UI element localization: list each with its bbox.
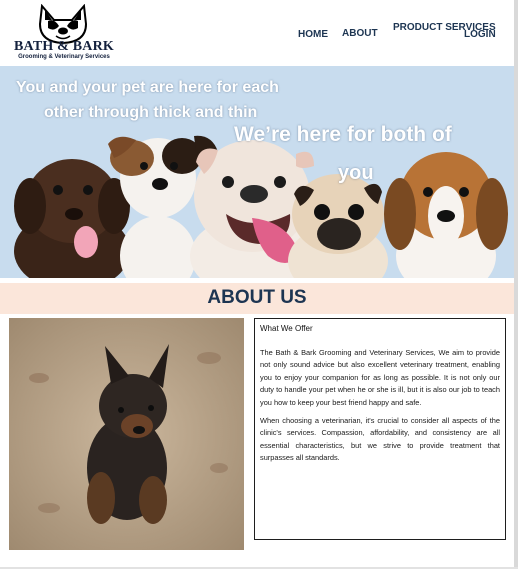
logo-title: BATH & BARK: [14, 39, 114, 54]
nav-about-link[interactable]: ABOUT: [342, 28, 378, 40]
hero-line-1: You and your pet are here for each: [16, 79, 279, 96]
puppy-photo: [9, 318, 244, 550]
hero-line-2: other through thick and thin: [44, 104, 258, 121]
about-title: ABOUT US: [207, 287, 307, 308]
puppies-group-image: [0, 66, 514, 278]
site-header: BATH & BARK Grooming & Veterinary Servic…: [0, 0, 514, 66]
about-heading-band: ABOUT US: [0, 283, 514, 314]
nav-home-link[interactable]: HOME: [298, 29, 328, 41]
page-edge-right: [514, 0, 518, 569]
about-text-box: What We Offer The Bath & Bark Grooming a…: [254, 318, 506, 540]
hero-line-3: We’re here for both of: [234, 123, 452, 146]
hero-banner: You and your pet are here for each other…: [0, 66, 514, 278]
about-paragraph-1: The Bath & Bark Grooming and Veterinary …: [260, 348, 500, 407]
french-bulldog-logo-icon: [38, 4, 88, 44]
about-paragraph-2: When choosing a veterinarian, it's cruci…: [260, 416, 500, 463]
nav-product-services-link[interactable]: PRODUCT SERVICES: [393, 22, 496, 34]
box-heading: What We Offer: [260, 324, 313, 333]
logo-subtitle: Grooming & Veterinary Services: [18, 54, 110, 60]
german-shepherd-puppy-image: [9, 318, 244, 550]
site-logo[interactable]: BATH & BARK Grooming & Veterinary Servic…: [13, 4, 115, 62]
nav-login-link[interactable]: LOGIN: [464, 29, 496, 41]
hero-line-4: you: [338, 162, 374, 184]
